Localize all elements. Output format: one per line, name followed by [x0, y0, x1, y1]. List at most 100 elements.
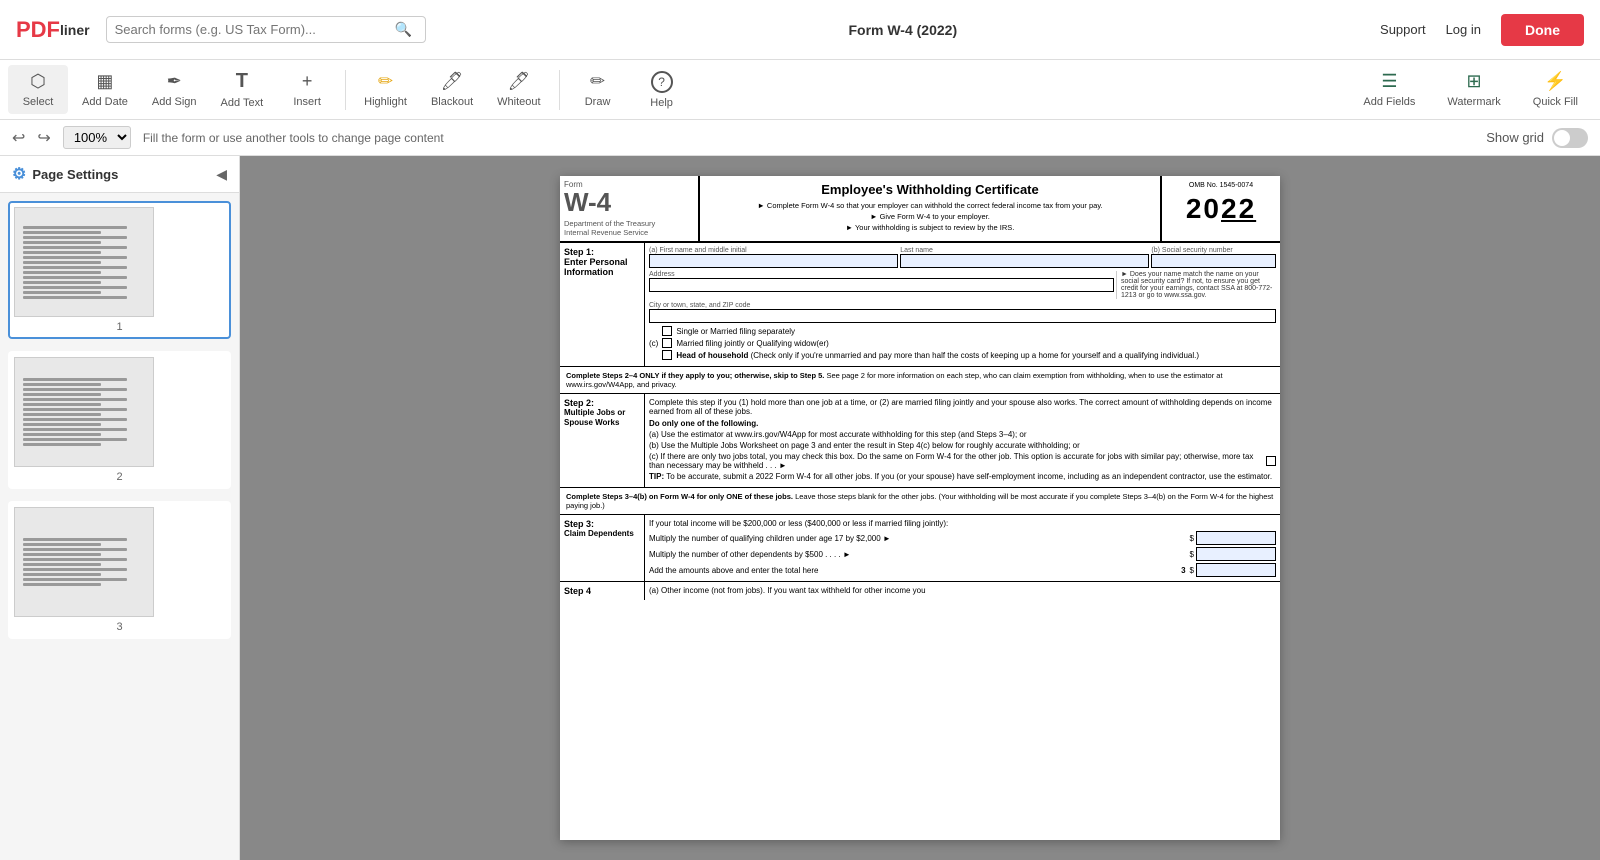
step2-c-checkbox[interactable] — [1266, 456, 1276, 466]
step3-label: Step 3: Claim Dependents — [560, 515, 645, 581]
tool-insert[interactable]: + Insert — [277, 65, 337, 114]
toolbar-divider-2 — [559, 70, 560, 110]
instruction1: ► Complete Form W-4 so that your employe… — [706, 201, 1154, 210]
step2-label: Step 2: Multiple Jobs or Spouse Works — [560, 394, 645, 487]
main-title: Employee's Withholding Certificate — [706, 182, 1154, 197]
logo-pdf: PDF — [16, 17, 60, 43]
filing-single-label: Single or Married filing separately — [676, 327, 795, 336]
page-thumb-3[interactable]: 3 — [8, 501, 231, 639]
login-link[interactable]: Log in — [1446, 22, 1481, 37]
sidebar: ⚙ Page Settings ◀ — [0, 156, 240, 860]
tool-draw-label: Draw — [585, 96, 611, 108]
form-left-header: Form W-4 Department of the Treasury Inte… — [560, 176, 700, 241]
step2-content: Complete this step if you (1) hold more … — [645, 394, 1280, 487]
tool-help[interactable]: ? Help — [632, 65, 692, 115]
form-center-header: Employee's Withholding Certificate ► Com… — [700, 176, 1160, 241]
highlight-icon: ✏ — [378, 71, 393, 92]
firstname-input[interactable] — [649, 254, 898, 268]
tool-add-sign[interactable]: ✒ Add Sign — [142, 65, 207, 114]
page-thumbnail-2 — [14, 357, 154, 467]
status-text: Fill the form or use another tools to ch… — [143, 131, 444, 145]
step1-city-row: City or town, state, and ZIP code — [649, 302, 1276, 323]
ssn-input[interactable] — [1151, 254, 1276, 268]
undo-button[interactable]: ↩ — [12, 128, 25, 148]
step4-label: Step 4 — [560, 582, 645, 600]
page-list: 1 — [0, 193, 239, 860]
logo: PDF liner — [16, 17, 90, 43]
add-fields-icon: ☰ — [1381, 71, 1397, 92]
tool-add-fields[interactable]: ☰ Add Fields — [1349, 65, 1429, 114]
tool-blackout-label: Blackout — [431, 96, 473, 108]
filing-status-c: (c) Single or Married filing separately … — [649, 326, 1276, 360]
tool-highlight[interactable]: ✏ Highlight — [354, 65, 417, 114]
tool-draw[interactable]: ✏ Draw — [568, 65, 628, 114]
omb-text: OMB No. 1545-0074 — [1168, 182, 1274, 189]
step3-other-input[interactable] — [1196, 547, 1276, 561]
step3-total-input[interactable] — [1196, 563, 1276, 577]
toolbar-divider-1 — [345, 70, 346, 110]
does-name-match: ► Does your name match the name on your … — [1116, 271, 1276, 299]
address-input[interactable] — [649, 278, 1114, 292]
ssn-field: (b) Social security number — [1151, 247, 1276, 268]
tool-add-date[interactable]: ▦ Add Date — [72, 65, 138, 114]
help-icon: ? — [651, 71, 673, 93]
page-thumb-2[interactable]: 2 — [8, 351, 231, 489]
tool-select[interactable]: ⬡ Select — [8, 65, 68, 114]
toolbar: ⬡ Select ▦ Add Date ✒ Add Sign T Add Tex… — [0, 60, 1600, 120]
dept-label: Department of the Treasury — [564, 219, 694, 228]
redo-button[interactable]: ↪ — [37, 128, 50, 148]
support-link[interactable]: Support — [1380, 22, 1426, 37]
step2-do-one: Do only one of the following. — [649, 419, 1276, 428]
content-area: Form W-4 Department of the Treasury Inte… — [240, 156, 1600, 860]
search-icon: 🔍 — [395, 21, 412, 38]
sidebar-collapse-button[interactable]: ◀ — [216, 166, 227, 183]
zoom-select[interactable]: 100% 75% 125% 150% — [63, 126, 131, 149]
tool-add-fields-label: Add Fields — [1363, 96, 1415, 108]
sidebar-title: ⚙ Page Settings — [12, 164, 118, 184]
header-right: Support Log in Done — [1380, 14, 1584, 46]
main-layout: ⚙ Page Settings ◀ — [0, 156, 1600, 860]
page-thumbnail-1 — [14, 207, 154, 317]
filing-jointly-checkbox[interactable] — [662, 338, 672, 348]
tool-watermark[interactable]: ⊞ Watermark — [1433, 65, 1514, 114]
lastname-input[interactable] — [900, 254, 1149, 268]
filing-head-checkbox[interactable] — [662, 350, 672, 360]
page-thumb-1[interactable]: 1 — [8, 201, 231, 339]
step3-section: Step 3: Claim Dependents If your total i… — [560, 515, 1280, 582]
step3-income-note: If your total income will be $200,000 or… — [649, 519, 1276, 528]
header-title: Form W-4 (2022) — [426, 22, 1380, 38]
step2-section: Step 2: Multiple Jobs or Spouse Works Co… — [560, 394, 1280, 488]
w4-form: Form W-4 Department of the Treasury Inte… — [560, 176, 1280, 840]
step3-children-input[interactable] — [1196, 531, 1276, 545]
step3-total-row: Add the amounts above and enter the tota… — [649, 563, 1276, 577]
done-button[interactable]: Done — [1501, 14, 1584, 46]
step1-content: (a) First name and middle initial Last n… — [645, 243, 1280, 366]
tool-watermark-label: Watermark — [1447, 96, 1500, 108]
tool-blackout[interactable]: 🖊 Blackout — [421, 65, 483, 114]
city-input[interactable] — [649, 309, 1276, 323]
step4-a-text: (a) Other income (not from jobs). If you… — [649, 586, 1276, 595]
page-number-2: 2 — [14, 471, 225, 483]
form-right-header: OMB No. 1545-0074 2022 — [1160, 176, 1280, 241]
toolbar-right: ☰ Add Fields ⊞ Watermark ⚡ Quick Fill — [1349, 65, 1592, 114]
tool-add-text[interactable]: T Add Text — [211, 64, 274, 115]
page-number-3: 3 — [14, 621, 225, 633]
tool-whiteout[interactable]: 🖊 Whiteout — [487, 65, 550, 114]
show-grid-toggle[interactable] — [1552, 128, 1588, 148]
tool-add-text-label: Add Text — [221, 97, 264, 109]
search-input[interactable] — [115, 22, 395, 37]
tool-quick-fill[interactable]: ⚡ Quick Fill — [1519, 65, 1592, 114]
tool-insert-label: Insert — [293, 96, 321, 108]
step4-section: Step 4 (a) Other income (not from jobs).… — [560, 582, 1280, 600]
page-number-1: 1 — [14, 321, 225, 333]
step4-content: (a) Other income (not from jobs). If you… — [645, 582, 1280, 600]
complete-note: Complete Steps 2–4 ONLY if they apply to… — [560, 367, 1280, 394]
step1-address-row: Address ► Does your name match the name … — [649, 271, 1276, 299]
logo-liner: liner — [60, 22, 90, 38]
filing-single-checkbox[interactable] — [662, 326, 672, 336]
complete-34-note: Complete Steps 3–4(b) on Form W-4 for on… — [560, 488, 1280, 515]
sidebar-title-text: Page Settings — [32, 167, 118, 182]
search-box[interactable]: 🔍 — [106, 16, 426, 43]
filing-jointly-row: Married filing jointly or Qualifying wid… — [662, 338, 1199, 348]
tool-highlight-label: Highlight — [364, 96, 407, 108]
